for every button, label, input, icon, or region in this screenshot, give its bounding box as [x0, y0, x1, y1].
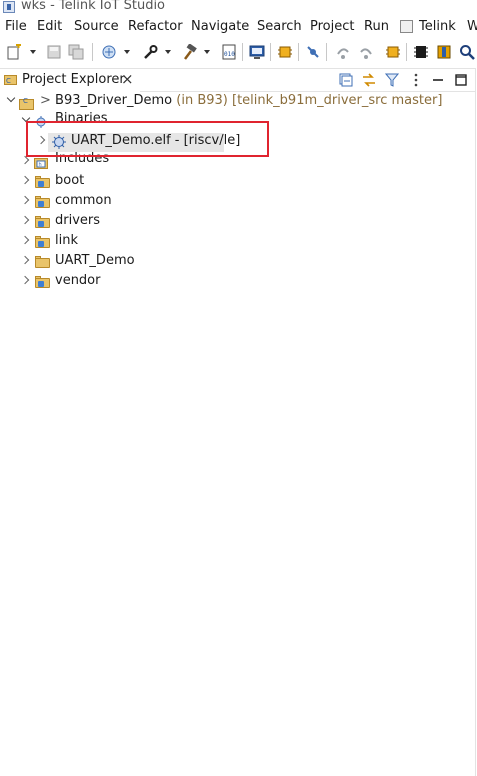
expand-arrow-icon[interactable]: [21, 216, 29, 224]
project-explorer-header: C Project Explorer ×: [0, 68, 477, 92]
toolbar-separator: [406, 43, 407, 61]
source-folder-icon: [35, 236, 50, 248]
c-project-icon: C: [19, 97, 34, 110]
filter-icon[interactable]: [385, 73, 399, 87]
project-name: B93_Driver_Demo: [55, 93, 173, 108]
folder-icon: [35, 256, 50, 268]
folder-label: UART_Demo: [55, 253, 135, 268]
toolbar-separator: [326, 43, 327, 61]
debug-resume-icon[interactable]: [358, 44, 374, 60]
binary-file-icon[interactable]: 010: [221, 44, 237, 60]
tab-project-explorer[interactable]: C Project Explorer ×: [0, 69, 140, 92]
source-folder-icon: [35, 276, 50, 288]
menu-edit[interactable]: Edit: [37, 19, 62, 34]
expand-arrow-icon[interactable]: [7, 96, 15, 104]
svg-text:C: C: [6, 77, 11, 85]
includes-icon: h: [34, 158, 48, 169]
menu-telink[interactable]: Telink: [419, 19, 456, 34]
telink-app-icon: [3, 1, 15, 13]
folder-label: link: [55, 233, 78, 248]
wrench-icon[interactable]: [142, 44, 158, 60]
highlight-annotation-box: [26, 121, 269, 157]
menu-file[interactable]: File: [5, 19, 27, 34]
tab-label: Project Explorer: [22, 72, 125, 87]
tree-item-common[interactable]: common: [0, 192, 477, 212]
expand-arrow-icon[interactable]: [21, 156, 29, 164]
debug-step-icon[interactable]: [335, 44, 351, 60]
svg-text:010: 010: [224, 51, 235, 58]
chip-flash-icon[interactable]: [385, 44, 401, 60]
window-title: wks - Telink IoT Studio: [21, 0, 166, 13]
tree-item-boot[interactable]: boot: [0, 172, 477, 192]
close-icon[interactable]: ×: [121, 70, 134, 88]
svg-text:C: C: [23, 97, 28, 105]
expand-arrow-icon[interactable]: [21, 276, 29, 284]
menu-source[interactable]: Source: [74, 19, 119, 34]
folder-label: common: [55, 193, 112, 208]
menu-window[interactable]: W: [467, 19, 477, 34]
tree-item-drivers[interactable]: drivers: [0, 212, 477, 232]
new-dropdown-arrow-icon[interactable]: [30, 50, 36, 54]
expand-arrow-icon[interactable]: [21, 236, 29, 244]
tree-item-link[interactable]: link: [0, 232, 477, 252]
project-repo: [telink_b91m_driver_src master]: [232, 93, 443, 108]
skip-breakpoints-icon[interactable]: [305, 44, 321, 60]
source-folder-icon: [35, 216, 50, 228]
telink-menu-icon: [400, 20, 413, 33]
svg-text:h: h: [39, 162, 42, 168]
folder-label: boot: [55, 173, 85, 188]
project-explorer-icon: C: [4, 75, 17, 85]
build-target-icon[interactable]: [101, 44, 117, 60]
folder-label: drivers: [55, 213, 101, 228]
search-icon[interactable]: [459, 44, 475, 60]
wrench-dropdown-icon[interactable]: [165, 50, 171, 54]
toolbar-separator: [242, 43, 243, 61]
tree-item-uart-demo[interactable]: UART_Demo: [0, 252, 477, 272]
terminal-icon[interactable]: [249, 44, 265, 60]
expand-arrow-icon[interactable]: [21, 256, 29, 264]
save-icon[interactable]: [46, 44, 62, 60]
source-folder-icon: [35, 176, 50, 188]
hammer-dropdown-icon[interactable]: [204, 50, 210, 54]
window-titlebar: wks - Telink IoT Studio: [0, 0, 477, 15]
menu-run[interactable]: Run: [364, 19, 389, 34]
hammer-icon[interactable]: [181, 44, 197, 60]
folder-label: vendor: [55, 273, 101, 288]
main-toolbar: 010: [0, 39, 477, 65]
menu-project[interactable]: Project: [310, 19, 354, 34]
minimize-icon[interactable]: [431, 73, 445, 87]
new-icon[interactable]: [6, 44, 22, 60]
project-location: (in B93): [176, 93, 228, 108]
maximize-icon[interactable]: [454, 73, 468, 87]
toolbar-separator: [270, 43, 271, 61]
expand-arrow-icon[interactable]: [21, 176, 29, 184]
collapse-all-icon[interactable]: [339, 73, 353, 87]
menu-navigate[interactable]: Navigate: [191, 19, 249, 34]
expand-arrow-icon[interactable]: [21, 196, 29, 204]
dirty-decoration: >: [40, 93, 51, 108]
build-target-dropdown-icon[interactable]: [124, 50, 130, 54]
menu-bar: File Edit Source Refactor Navigate Searc…: [0, 16, 477, 38]
toolbar-separator: [298, 43, 299, 61]
chip-icon[interactable]: [277, 44, 293, 60]
tree-item-vendor[interactable]: vendor: [0, 272, 477, 292]
tree-item-project[interactable]: C > B93_Driver_Demo (in B93) [telink_b91…: [0, 92, 477, 112]
device-icon[interactable]: [413, 44, 429, 60]
menu-search[interactable]: Search: [257, 19, 302, 34]
project-label: > B93_Driver_Demo (in B93) [telink_b91m_…: [40, 93, 442, 108]
view-menu-icon[interactable]: [409, 73, 423, 87]
menu-refactor[interactable]: Refactor: [128, 19, 183, 34]
save-all-icon[interactable]: [68, 44, 84, 60]
link-with-editor-icon[interactable]: [362, 73, 376, 87]
book-icon[interactable]: [436, 44, 452, 60]
toolbar-separator: [92, 43, 93, 61]
source-folder-icon: [35, 196, 50, 208]
